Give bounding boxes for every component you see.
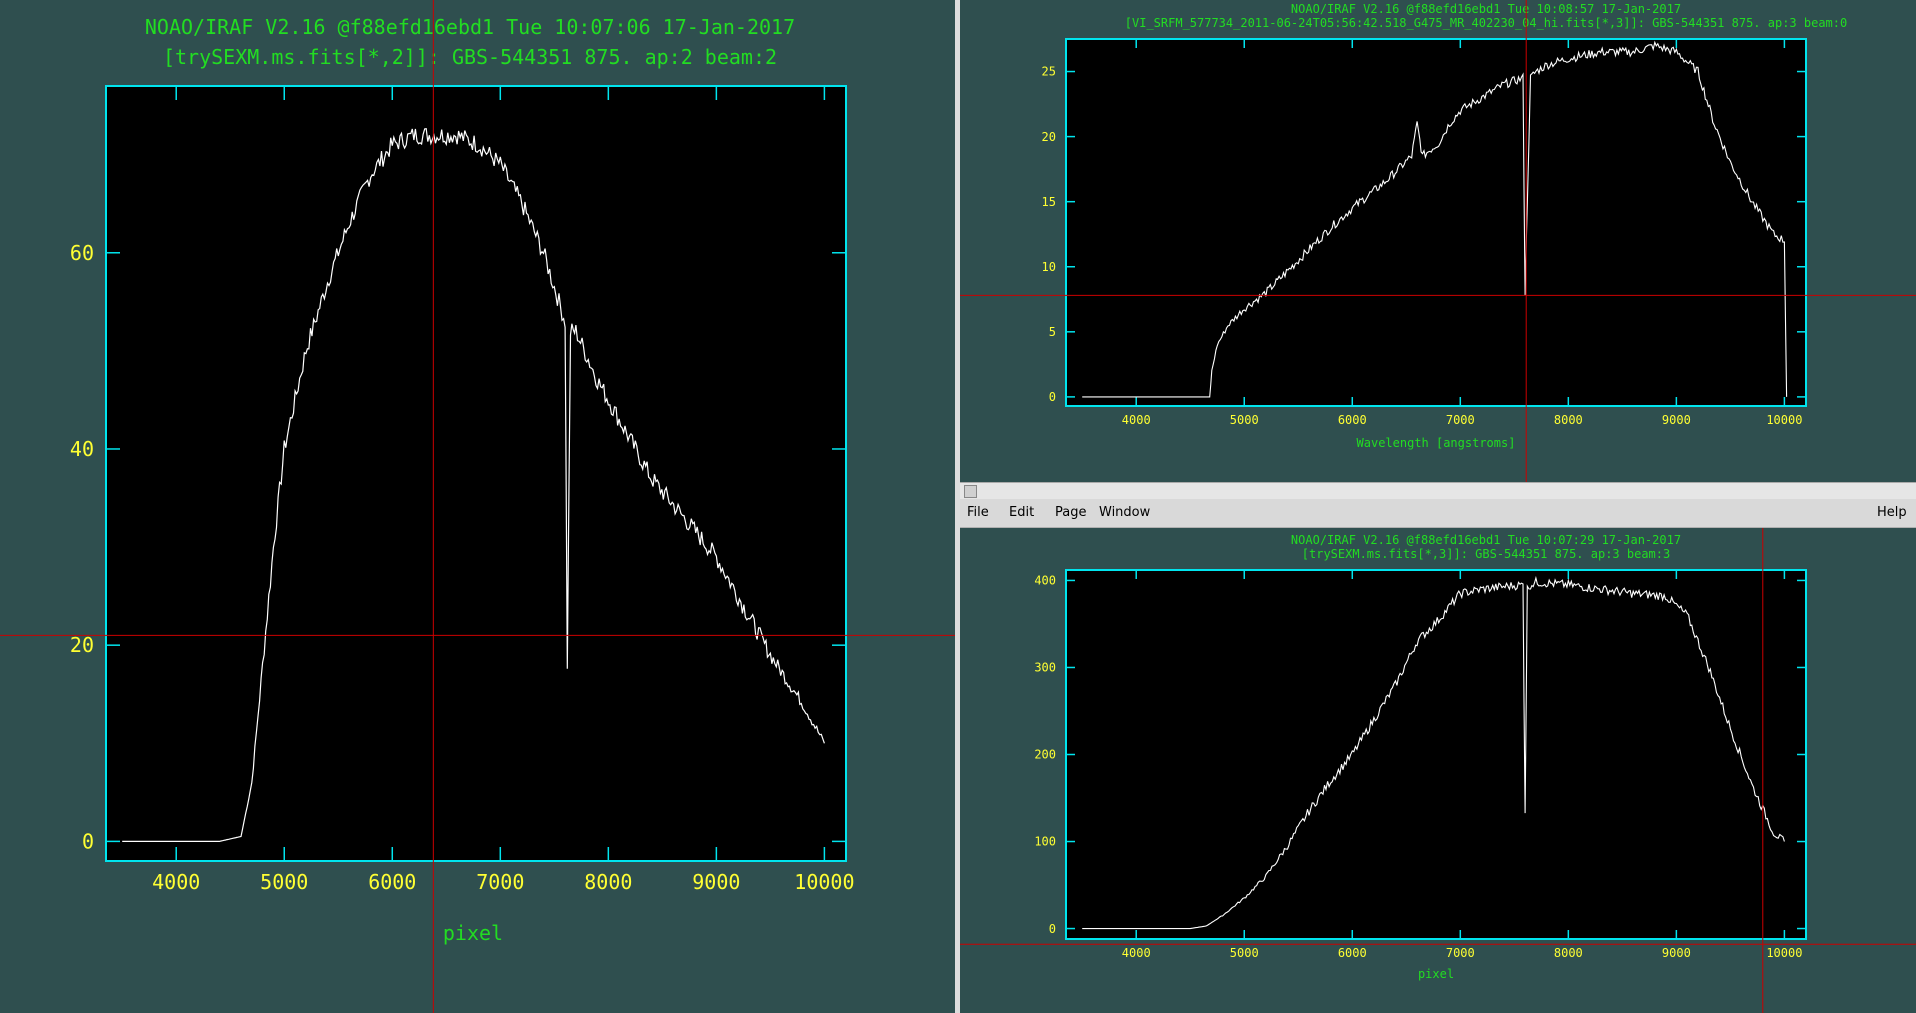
top-right-plot-area xyxy=(1065,38,1807,407)
x-tick-label: 7000 xyxy=(476,870,524,894)
y-tick-label: 200 xyxy=(1034,748,1056,762)
left-title: NOAO/IRAF V2.16 @f88efd16ebd1 Tue 10:07:… xyxy=(145,15,795,39)
menu-window[interactable]: Window xyxy=(1099,505,1150,520)
y-tick-label: 0 xyxy=(1049,390,1056,404)
y-tick-label: 0 xyxy=(1049,922,1056,936)
x-tick-label: 10000 xyxy=(1766,946,1802,960)
x-tick-label: 4000 xyxy=(152,870,200,894)
x-tick-label: 6000 xyxy=(1338,946,1367,960)
left-plot-area xyxy=(105,85,847,862)
top-right-subtitle: [VI_SRFM_577734_2011-06-24T05:56:42.518_… xyxy=(1125,16,1847,30)
x-tick-label: 4000 xyxy=(1122,946,1151,960)
menu-edit[interactable]: Edit xyxy=(1009,505,1034,520)
y-tick-label: 400 xyxy=(1034,574,1056,588)
y-tick-label: 25 xyxy=(1042,65,1056,79)
x-tick-label: 8000 xyxy=(1554,946,1583,960)
scrollbar-thumb[interactable] xyxy=(964,485,977,498)
menu-help[interactable]: Help xyxy=(1877,505,1907,520)
left-graph-window[interactable]: NOAO/IRAF V2.16 @f88efd16ebd1 Tue 10:07:… xyxy=(0,0,955,1013)
x-tick-label: 5000 xyxy=(260,870,308,894)
top-right-x-axis-label: Wavelength [angstroms] xyxy=(1357,436,1516,450)
x-tick-label: 8000 xyxy=(1554,413,1583,427)
bottom-right-x-axis-label: pixel xyxy=(1418,967,1454,981)
y-tick-label: 60 xyxy=(70,241,94,265)
bottom-right-plot[interactable]: NOAO/IRAF V2.16 @f88efd16ebd1 Tue 10:07:… xyxy=(960,528,1916,1013)
y-tick-label: 0 xyxy=(82,829,94,853)
bottom-right-graph-window[interactable]: NOAO/IRAF V2.16 @f88efd16ebd1 Tue 10:07:… xyxy=(960,528,1916,1013)
graphics-menubar: File Edit Page Window Help xyxy=(960,499,1916,528)
x-tick-label: 4000 xyxy=(1122,413,1151,427)
x-tick-label: 10000 xyxy=(794,870,854,894)
bottom-right-subtitle: [trySEXM.ms.fits[*,3]]: GBS-544351 875. … xyxy=(1302,547,1670,561)
menu-page[interactable]: Page xyxy=(1055,505,1086,520)
x-tick-label: 5000 xyxy=(1230,946,1259,960)
y-tick-label: 100 xyxy=(1034,835,1056,849)
x-tick-label: 7000 xyxy=(1446,946,1475,960)
y-tick-label: 5 xyxy=(1049,325,1056,339)
x-tick-label: 9000 xyxy=(692,870,740,894)
menu-file[interactable]: File xyxy=(967,505,989,520)
x-tick-label: 9000 xyxy=(1662,946,1691,960)
x-tick-label: 10000 xyxy=(1766,413,1802,427)
x-tick-label: 9000 xyxy=(1662,413,1691,427)
top-right-plot[interactable]: NOAO/IRAF V2.16 @f88efd16ebd1 Tue 10:08:… xyxy=(960,0,1916,482)
left-x-axis-label: pixel xyxy=(443,921,503,945)
y-tick-label: 20 xyxy=(1042,130,1056,144)
top-right-title: NOAO/IRAF V2.16 @f88efd16ebd1 Tue 10:08:… xyxy=(1291,2,1681,16)
x-tick-label: 6000 xyxy=(368,870,416,894)
bottom-right-title: NOAO/IRAF V2.16 @f88efd16ebd1 Tue 10:07:… xyxy=(1291,533,1681,547)
top-right-graph-window[interactable]: NOAO/IRAF V2.16 @f88efd16ebd1 Tue 10:08:… xyxy=(960,0,1916,482)
x-tick-label: 5000 xyxy=(1230,413,1259,427)
x-tick-label: 8000 xyxy=(584,870,632,894)
x-tick-label: 7000 xyxy=(1446,413,1475,427)
left-subtitle: [trySEXM.ms.fits[*,2]]: GBS-544351 875. … xyxy=(163,45,777,69)
y-tick-label: 10 xyxy=(1042,260,1056,274)
y-tick-label: 15 xyxy=(1042,195,1056,209)
y-tick-label: 300 xyxy=(1034,661,1056,675)
y-tick-label: 40 xyxy=(70,437,94,461)
left-plot[interactable]: NOAO/IRAF V2.16 @f88efd16ebd1 Tue 10:07:… xyxy=(0,0,955,1013)
y-tick-label: 20 xyxy=(70,633,94,657)
x-tick-label: 6000 xyxy=(1338,413,1367,427)
